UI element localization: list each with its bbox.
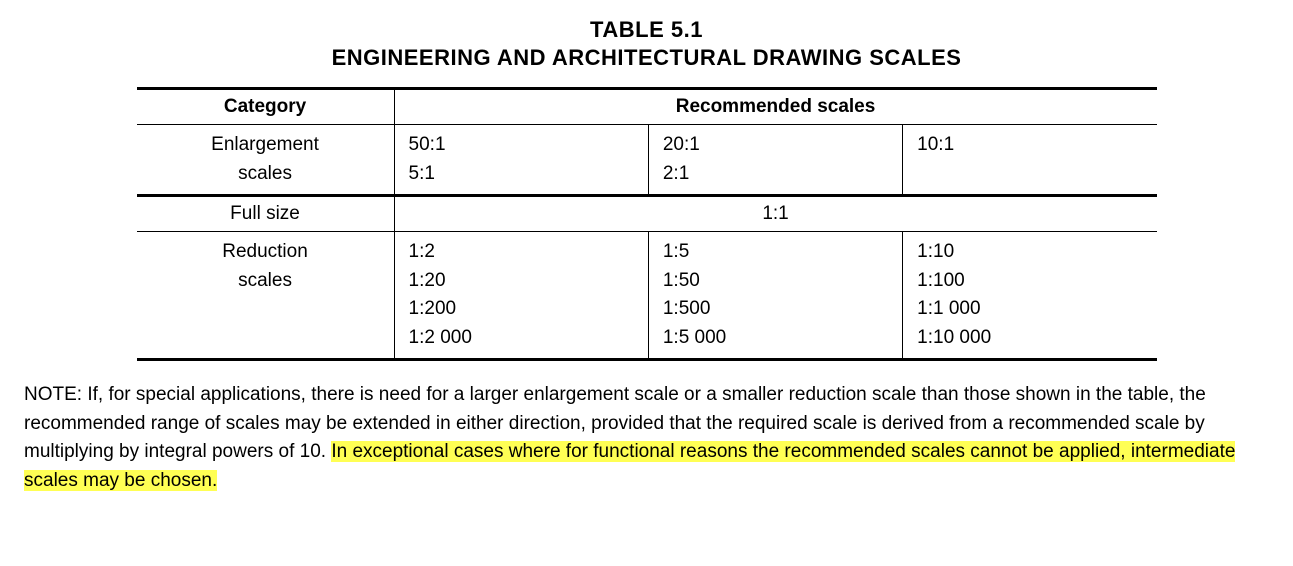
title-line-2: ENGINEERING AND ARCHITECTURAL DRAWING SC… — [24, 44, 1269, 72]
enlarge-c3-l1: 10:1 — [917, 134, 954, 155]
enlargement-label-1: Enlargement — [211, 134, 319, 155]
enlarge-c2-l1: 20:1 — [663, 134, 700, 155]
reduce-c1-l3: 1:200 — [409, 298, 457, 319]
enlarge-c1-l2: 5:1 — [409, 163, 435, 184]
header-recommended: Recommended scales — [394, 89, 1156, 125]
table-title: TABLE 5.1 ENGINEERING AND ARCHITECTURAL … — [24, 16, 1269, 71]
reduce-c2-l3: 1:500 — [663, 298, 711, 319]
reduce-c3-l1: 1:10 — [917, 241, 954, 262]
fullsize-label: Full size — [230, 203, 300, 224]
scales-table: Category Recommended scales Enlargement … — [137, 87, 1157, 361]
reduce-c1-l2: 1:20 — [409, 270, 446, 291]
row-enlargement: Enlargement scales 50:1 5:1 20:1 2:1 10:… — [137, 125, 1157, 196]
fullsize-value: 1:1 — [762, 203, 788, 224]
table-note: NOTE: If, for special applications, ther… — [24, 381, 1269, 495]
enlarge-c2-l2: 2:1 — [663, 163, 689, 184]
row-fullsize: Full size 1:1 — [137, 196, 1157, 232]
reduce-c3-l3: 1:1 000 — [917, 298, 980, 319]
enlargement-label-2: scales — [238, 163, 292, 184]
title-line-1: TABLE 5.1 — [24, 16, 1269, 44]
reduce-c2-l2: 1:50 — [663, 270, 700, 291]
reduce-c3-l2: 1:100 — [917, 270, 965, 291]
row-reduction: Reduction scales 1:2 1:20 1:200 1:2 000 … — [137, 232, 1157, 360]
reduce-c3-l4: 1:10 000 — [917, 327, 991, 348]
reduce-c1-l1: 1:2 — [409, 241, 435, 262]
reduction-label-2: scales — [238, 270, 292, 291]
reduction-label-1: Reduction — [222, 241, 308, 262]
header-category: Category — [137, 89, 395, 125]
reduce-c2-l1: 1:5 — [663, 241, 689, 262]
reduce-c2-l4: 1:5 000 — [663, 327, 726, 348]
reduce-c1-l4: 1:2 000 — [409, 327, 472, 348]
enlarge-c1-l1: 50:1 — [409, 134, 446, 155]
